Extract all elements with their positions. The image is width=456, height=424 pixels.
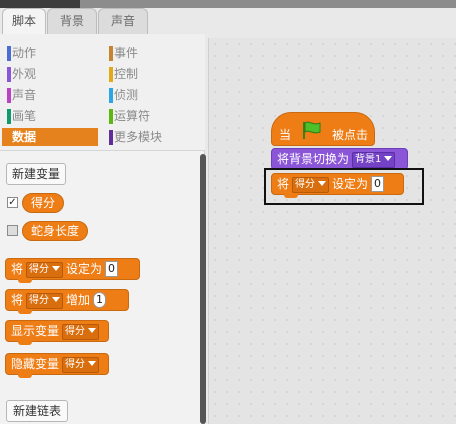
set-variable-block[interactable]: 将得分 设定为 0 (5, 258, 140, 283)
category-motion[interactable]: 动作 (2, 44, 94, 62)
top-bar (0, 0, 456, 8)
var-length-checkbox[interactable] (7, 225, 18, 236)
category-control[interactable]: 控制 (104, 65, 196, 83)
script-area[interactable] (208, 38, 456, 424)
chevron-down-icon (88, 361, 97, 366)
when-flag-clicked-block[interactable]: 当 被点击 (271, 112, 375, 146)
category-more-blocks[interactable]: 更多模块 (104, 128, 196, 146)
value-input[interactable]: 0 (105, 261, 119, 277)
hide-variable-block[interactable]: 隐藏变量 得分 (5, 353, 109, 378)
category-events[interactable]: 事件 (104, 44, 196, 62)
category-sensing[interactable]: 侦测 (104, 86, 196, 104)
chevron-down-icon (52, 266, 61, 271)
new-variable-button[interactable]: 新建变量 (6, 163, 66, 185)
chevron-down-icon (88, 328, 97, 333)
tab-sounds[interactable]: 声音 (98, 8, 148, 34)
variable-dropdown[interactable]: 得分 (26, 262, 64, 278)
backdrop-dropdown[interactable]: 背景1 (352, 152, 396, 168)
block-palette: 动作 外观 声音 画笔 数据 事件 控制 侦测 运算符 更多模块 新建变量 ✓ (0, 34, 206, 424)
category-looks[interactable]: 外观 (2, 65, 94, 83)
green-flag-icon (303, 121, 321, 139)
chevron-down-icon (384, 156, 393, 161)
tab-bar: 脚本 背景 声音 (0, 8, 456, 35)
variable-dropdown[interactable]: 得分 (62, 324, 100, 340)
new-list-button[interactable]: 新建链表 (6, 400, 68, 422)
category-sound[interactable]: 声音 (2, 86, 94, 104)
variable-dropdown[interactable]: 得分 (26, 293, 64, 309)
change-variable-block[interactable]: 将得分 增加 1 (5, 289, 129, 314)
var-length-reporter[interactable]: 蛇身长度 (22, 221, 89, 241)
tab-backdrops[interactable]: 背景 (47, 8, 97, 34)
chevron-down-icon (52, 297, 61, 302)
switch-backdrop-block[interactable]: 将背景切换为 背景1 (271, 148, 408, 170)
category-pen[interactable]: 画笔 (2, 107, 94, 125)
show-variable-block[interactable]: 显示变量 得分 (5, 320, 109, 345)
var-score-reporter[interactable]: 得分 (22, 193, 65, 213)
palette-scrollbar[interactable] (200, 154, 206, 424)
highlight-box (264, 168, 424, 205)
value-input[interactable]: 1 (93, 292, 107, 308)
variable-dropdown[interactable]: 得分 (62, 357, 100, 373)
category-data[interactable]: 数据 (2, 128, 98, 146)
tab-scripts[interactable]: 脚本 (2, 8, 46, 35)
category-operators[interactable]: 运算符 (104, 107, 196, 125)
category-list: 动作 外观 声音 画笔 数据 事件 控制 侦测 运算符 更多模块 (0, 34, 205, 151)
var-score-checkbox[interactable]: ✓ (7, 197, 18, 208)
